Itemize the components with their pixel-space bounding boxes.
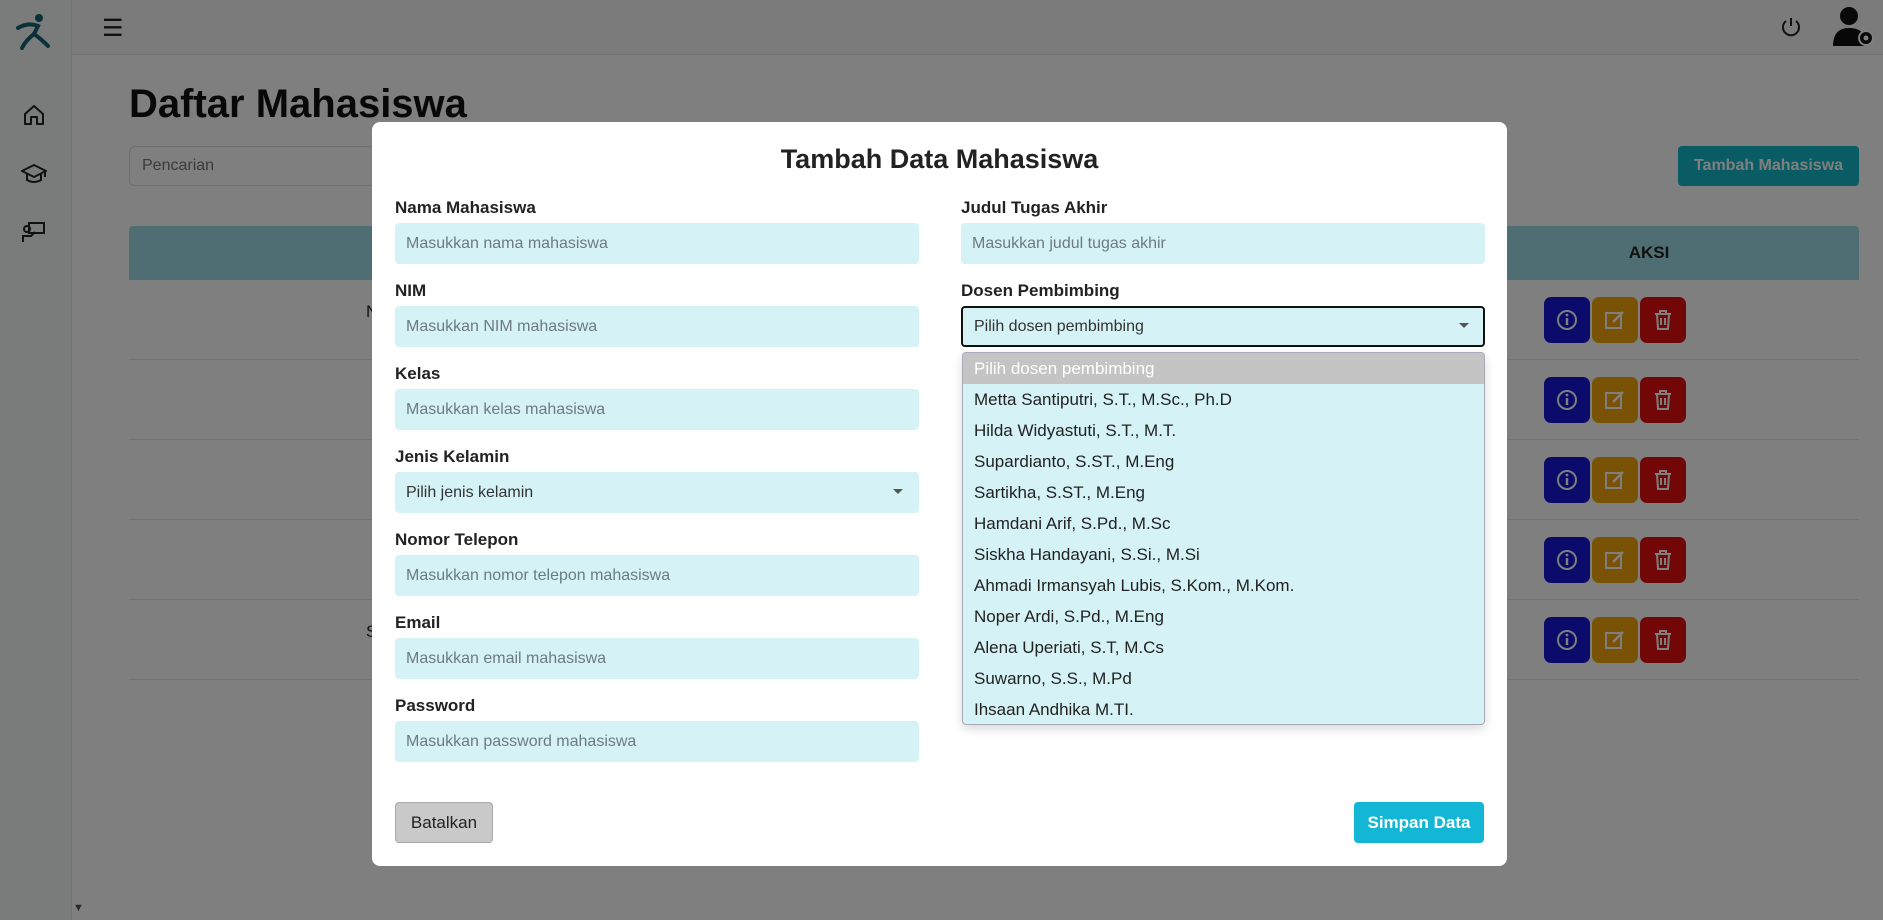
nim-input[interactable]: Masukkan NIM mahasiswa [395, 306, 919, 347]
chevron-down-icon [1459, 323, 1469, 328]
dropdown-option[interactable]: Metta Santiputri, S.T., M.Sc., Ph.D [963, 384, 1484, 415]
supervisor-select[interactable]: Pilih dosen pembimbing [961, 306, 1485, 347]
email-label: Email [395, 613, 441, 632]
supervisor-select-value: Pilih dosen pembimbing [974, 317, 1144, 335]
dropdown-option[interactable]: Sartikha, S.ST., M.Eng [963, 477, 1484, 508]
class-label: Kelas [395, 364, 441, 383]
thesis-title-input[interactable]: Masukkan judul tugas akhir [961, 223, 1485, 264]
dropdown-option[interactable]: Hilda Widyastuti, S.T., M.T. [963, 415, 1484, 446]
dropdown-option[interactable]: Ihsaan Andhika M.TI. [963, 694, 1484, 724]
class-input[interactable]: Masukkan kelas mahasiswa [395, 389, 919, 430]
phone-label: Nomor Telepon [395, 530, 519, 549]
dropdown-option[interactable]: Pilih dosen pembimbing [963, 353, 1484, 384]
supervisor-dropdown-list: Pilih dosen pembimbing Metta Santiputri,… [962, 352, 1485, 725]
name-label: Nama Mahasiswa [395, 198, 536, 217]
dropdown-option[interactable]: Alena Uperiati, S.T, M.Cs [963, 632, 1484, 663]
name-input[interactable]: Masukkan nama mahasiswa [395, 223, 919, 264]
gender-label: Jenis Kelamin [395, 447, 510, 466]
add-student-modal: Tambah Data Mahasiswa Nama Mahasiswa Mas… [372, 122, 1507, 866]
dropdown-option[interactable]: Supardianto, S.ST., M.Eng [963, 446, 1484, 477]
email-input[interactable]: Masukkan email mahasiswa [395, 638, 919, 679]
nim-label: NIM [395, 281, 427, 300]
dropdown-option[interactable]: Noper Ardi, S.Pd., M.Eng [963, 601, 1484, 632]
dropdown-option[interactable]: Ahmadi Irmansyah Lubis, S.Kom., M.Kom. [963, 570, 1484, 601]
dropdown-option[interactable]: Siskha Handayani, S.Si., M.Si [963, 539, 1484, 570]
chevron-down-icon [893, 489, 903, 494]
gender-select-value: Pilih jenis kelamin [406, 483, 534, 501]
cancel-button[interactable]: Batalkan [395, 802, 493, 843]
thesis-title-label: Judul Tugas Akhir [961, 198, 1108, 217]
supervisor-label: Dosen Pembimbing [961, 281, 1120, 300]
save-button[interactable]: Simpan Data [1354, 802, 1484, 843]
gender-select[interactable]: Pilih jenis kelamin [395, 472, 919, 513]
password-input[interactable]: Masukkan password mahasiswa [395, 721, 919, 762]
dropdown-option[interactable]: Suwarno, S.S., M.Pd [963, 663, 1484, 694]
dropdown-option[interactable]: Hamdani Arif, S.Pd., M.Sc [963, 508, 1484, 539]
phone-input[interactable]: Masukkan nomor telepon mahasiswa [395, 555, 919, 596]
password-label: Password [395, 696, 476, 715]
modal-title: Tambah Data Mahasiswa [780, 144, 1099, 174]
